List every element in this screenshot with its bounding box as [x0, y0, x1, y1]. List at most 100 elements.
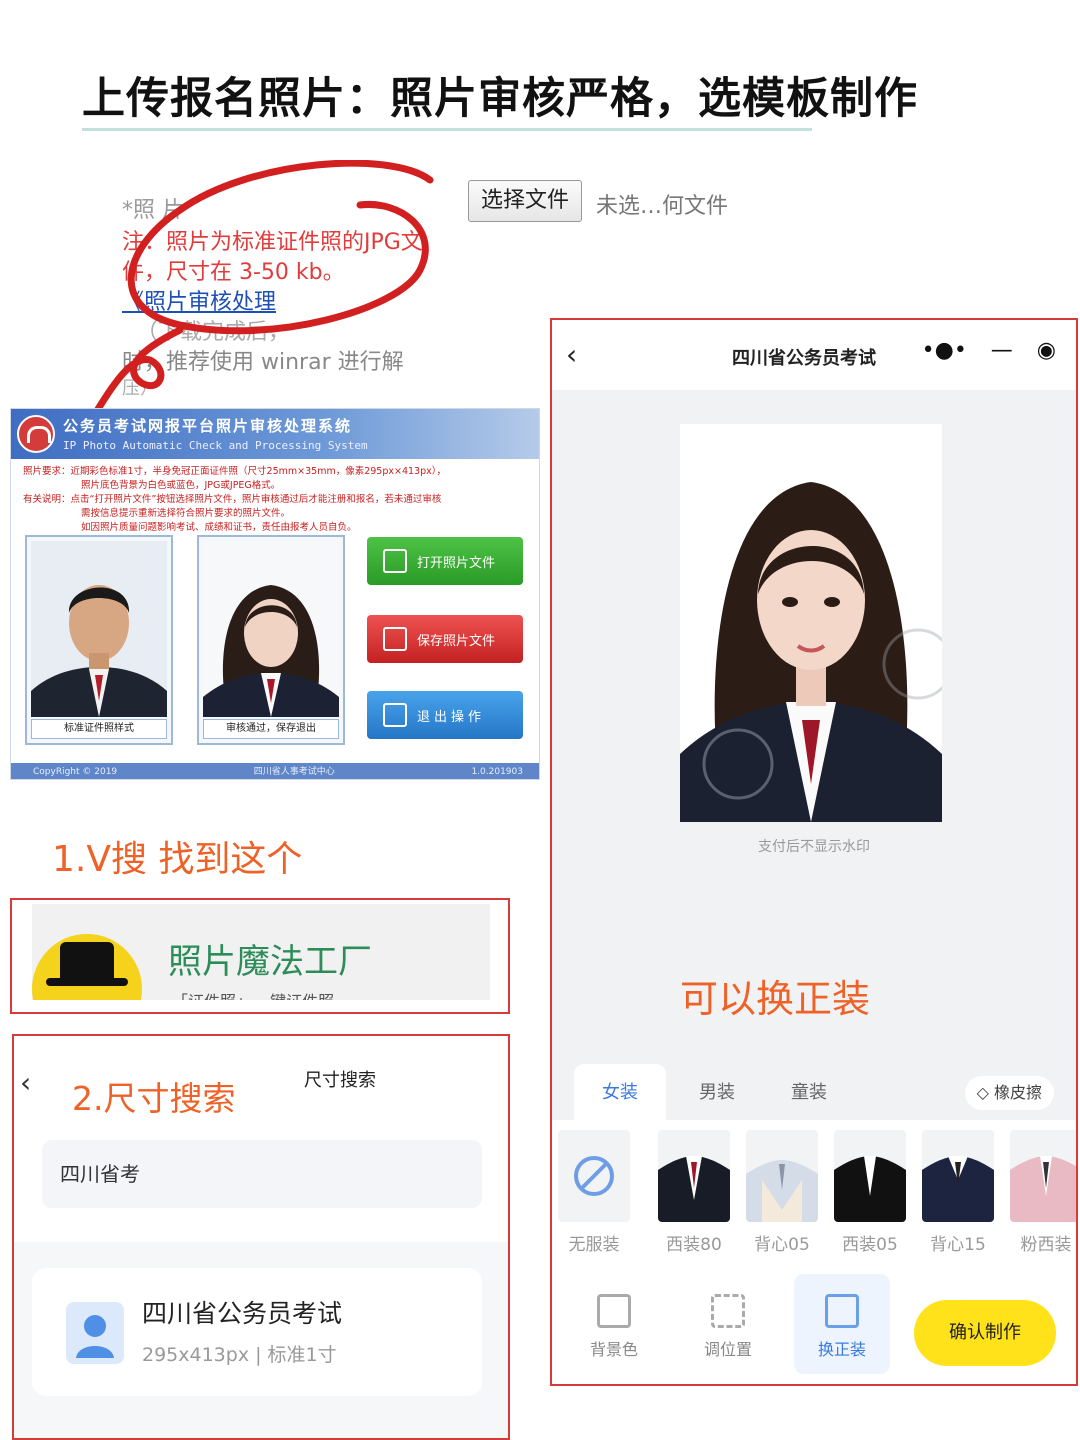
notes-text2: 需按信息提示重新选择符合照片要求的照片文件。 — [81, 508, 291, 519]
minimize-icon[interactable]: — — [991, 338, 1013, 363]
watermark-note: 支付后不显示水印 — [758, 839, 870, 855]
eraser-label: 橡皮擦 — [993, 1083, 1042, 1102]
clothing-name: 无服装 — [568, 1235, 620, 1255]
tab-kids[interactable]: 童装 — [774, 1064, 844, 1122]
size-result-item[interactable]: 四川省公务员考试 295x413px | 标准1寸 — [32, 1268, 482, 1396]
id-photo-preview — [680, 424, 942, 822]
footer-org: 四川省人事考试中心 — [253, 767, 335, 777]
sample-caption-approved: 审核通过，保存退出 — [203, 719, 339, 739]
requirement-text1: 近期彩色标准1寸，半身免冠正面证件照（尺寸25mm×35mm，像素295px×4… — [70, 466, 446, 477]
male-sample-portrait — [31, 541, 167, 717]
exit-label: 退出操作 — [417, 709, 486, 725]
save-photo-label: 保存照片文件 — [417, 633, 496, 649]
software-title: 公务员考试网报平台照片审核处理系统 — [63, 417, 353, 435]
sample-caption-standard: 标准证件照样式 — [31, 719, 167, 739]
notes-row1: 有关说明：点击“打开照片文件”按钮选择照片文件，照片审核通过后才能注册和报名，若… — [23, 491, 441, 505]
clothing-item[interactable]: 西装80 — [658, 1130, 730, 1255]
exit-arrow-icon — [383, 703, 407, 727]
open-photo-label: 打开照片文件 — [417, 555, 496, 571]
save-photo-button[interactable]: 保存照片文件 — [367, 615, 523, 663]
mascot-hat-icon — [60, 942, 114, 982]
notes-text1: 点击“打开照片文件”按钮选择照片文件，照片审核通过后才能注册和报名，若未通过审核 — [70, 494, 442, 505]
id-photo-avatar-icon — [66, 1302, 124, 1364]
app-name: 照片魔法工厂 — [168, 942, 372, 982]
result-size: 295x413px | 标准1寸 — [142, 1344, 337, 1366]
photo-preview-area: 支付后不显示水印 可以换正装 — [552, 390, 1076, 1136]
notes-text3: 如因照片质量问题影响考试、成绩和证书，责任由报考人员自负。 — [81, 522, 357, 533]
red-circle-annotation — [86, 160, 434, 426]
clothing-name: 西装80 — [666, 1235, 722, 1255]
miniprogram-navbar: ‹ 四川省公务员考试 •●• — ◉ — [552, 320, 1076, 390]
suit-thumbnail — [834, 1130, 906, 1222]
id-photo-miniprogram: ‹ 四川省公务员考试 •●• — ◉ 支付后不显示水印 可以换正装 女装 男装 … — [550, 318, 1078, 1386]
footer-copyright: CopyRight © 2019 — [33, 767, 118, 777]
open-photo-button[interactable]: 打开照片文件 — [367, 537, 523, 585]
clothing-name: 背心15 — [930, 1235, 986, 1255]
no-file-status: 未选…何文件 — [596, 194, 729, 219]
pink-suit-thumbnail — [1010, 1130, 1076, 1222]
clothing-item[interactable]: 背心05 — [746, 1130, 818, 1255]
size-search-title: 尺寸搜索 — [304, 1070, 376, 1091]
capsule-controls: •●• — ◉ — [922, 338, 1056, 363]
close-target-icon[interactable]: ◉ — [1037, 338, 1056, 363]
clothing-item[interactable]: 粉西装 — [1010, 1130, 1076, 1255]
app-subtitle: 「证件照」· 一键证件照 — [172, 988, 334, 1000]
app-result-card[interactable]: 照片魔法工厂 「证件照」· 一键证件照 — [32, 904, 490, 1000]
clothing-name: 背心05 — [754, 1235, 810, 1255]
open-file-icon — [383, 549, 407, 573]
software-subtitle: IP Photo Automatic Check and Processing … — [63, 439, 368, 452]
clothing-item[interactable]: 西装05 — [834, 1130, 906, 1255]
tab-men[interactable]: 男装 — [682, 1064, 752, 1122]
adjust-position-label: 调位置 — [703, 1340, 752, 1359]
clothing-name: 西装05 — [842, 1235, 898, 1255]
eraser-icon: ◇ — [976, 1083, 989, 1102]
formal-wear-overlay: 可以换正装 — [680, 977, 871, 1021]
requirement-label: 照片要求： — [23, 466, 71, 477]
sample-photo-standard: 标准证件照样式 — [25, 535, 173, 745]
software-logo-icon — [17, 415, 55, 453]
page-headline: 上传报名照片：照片审核严格，选模板制作 — [82, 74, 918, 124]
clothing-item[interactable]: 无服装 — [558, 1130, 630, 1255]
notes-label: 有关说明： — [23, 494, 71, 505]
size-search-input[interactable]: 四川省考 — [42, 1140, 482, 1208]
vest-thumbnail — [922, 1130, 994, 1222]
back-chevron-icon[interactable]: ‹ — [20, 1066, 31, 1099]
tab-women[interactable]: 女装 — [574, 1064, 666, 1122]
footer-version: 1.0.201903 — [471, 767, 523, 777]
exit-button[interactable]: 退出操作 — [367, 691, 523, 739]
requirement-row1: 照片要求：近期彩色标准1寸，半身免冠正面证件照（尺寸25mm×35mm，像素29… — [23, 463, 446, 477]
clothing-options: 无服装 西装80 背心05 西装05 背心15 粉西装 — [552, 1120, 1076, 1266]
suit-thumbnail — [658, 1130, 730, 1222]
save-disk-icon — [383, 627, 407, 651]
eraser-button[interactable]: ◇ 橡皮擦 — [964, 1076, 1054, 1110]
choose-file-button[interactable]: 选择文件 — [468, 180, 583, 222]
headline-underline — [82, 128, 812, 131]
vest-thumbnail — [746, 1130, 818, 1222]
step1-app-result: 照片魔法工厂 「证件照」· 一键证件照 — [10, 898, 510, 1014]
step2-size-search: ‹ 2.尺寸搜索 尺寸搜索 四川省考 四川省公务员考试 295x413px | … — [12, 1034, 510, 1440]
change-formal-wear-button[interactable]: 换正装 — [794, 1274, 890, 1374]
step2-label: 2.尺寸搜索 — [72, 1079, 236, 1118]
adjust-position-button[interactable]: 调位置 — [680, 1294, 776, 1360]
step1-label: 1.V搜 找到这个 — [52, 839, 303, 880]
clothing-name: 粉西装 — [1020, 1235, 1072, 1255]
female-sample-portrait — [203, 541, 339, 717]
no-clothing-icon — [558, 1130, 630, 1222]
infographic-page: 上传报名照片：照片审核严格，选模板制作 *照 片 注：照片为标准证件照的JPG文… — [0, 0, 1080, 1440]
background-color-icon — [597, 1294, 631, 1328]
clothing-item[interactable]: 背心15 — [922, 1130, 994, 1255]
bottom-toolbar: 背景色 调位置 换正装 确认制作 — [552, 1266, 1076, 1384]
photo-check-software: 公务员考试网报平台照片审核处理系统 IP Photo Automatic Che… — [10, 408, 540, 780]
change-formal-wear-label: 换正装 — [817, 1340, 866, 1359]
mascot-hat-brim — [46, 978, 128, 986]
software-footer: CopyRight © 2019 四川省人事考试中心 1.0.201903 — [11, 763, 539, 779]
more-dots-icon[interactable]: •●• — [922, 338, 967, 363]
result-title: 四川省公务员考试 — [142, 1299, 343, 1328]
sample-photo-approved: 审核通过，保存退出 — [197, 535, 345, 745]
adjust-position-icon — [711, 1294, 745, 1328]
requirement-text2: 照片底色背景为白色或蓝色，JPG或JPEG格式。 — [81, 480, 281, 491]
background-color-button[interactable]: 背景色 — [566, 1294, 662, 1360]
clothing-tabs: 女装 男装 童装 ◇ 橡皮擦 — [552, 1064, 1076, 1122]
software-header: 公务员考试网报平台照片审核处理系统 IP Photo Automatic Che… — [11, 409, 539, 459]
confirm-make-button[interactable]: 确认制作 — [914, 1300, 1056, 1366]
